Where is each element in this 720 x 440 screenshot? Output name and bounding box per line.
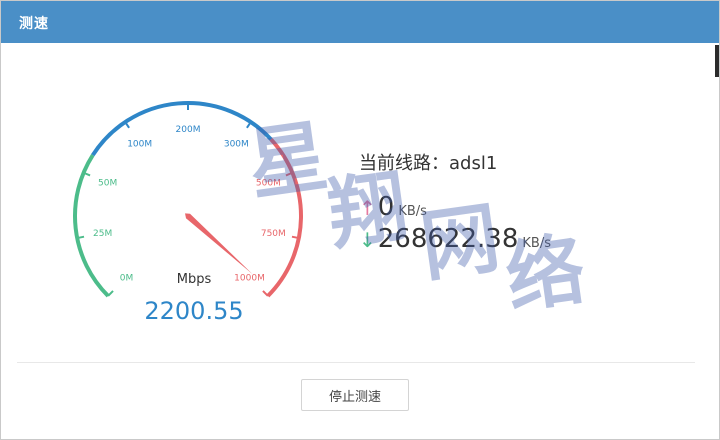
footer-divider xyxy=(17,362,695,363)
current-line-label: 当前线路：adsl1 xyxy=(359,153,498,174)
gauge-unit: Mbps xyxy=(177,272,212,287)
gauge-tick-label: 200M xyxy=(176,125,201,135)
speedtest-window: 测速 0M 25M 50M 100M 200M 300M 500M 750M 1000M Mbp… xyxy=(0,0,720,440)
gauge-tick-label: 100M xyxy=(127,140,152,150)
speed-value: 2200.55 xyxy=(144,297,244,325)
gauge-arc-low xyxy=(73,153,110,298)
upload-value: 0 xyxy=(377,192,395,222)
gauge-tick xyxy=(76,235,85,240)
upload-arrow-icon: ↑ xyxy=(359,196,376,220)
gauge-tick-label: 500M xyxy=(256,179,281,189)
gauge-tick-label: 750M xyxy=(261,229,286,239)
download-unit: KB/s xyxy=(522,236,551,251)
gauge-tick xyxy=(262,290,269,297)
gauge-tick-label: 50M xyxy=(98,179,117,189)
gauge-needle xyxy=(185,213,253,275)
gauge-tick xyxy=(107,290,114,297)
gauge-tick-label: 1000M xyxy=(234,274,265,284)
gauge-tick-label: 25M xyxy=(93,229,112,239)
download-rate: ↓ 268622.38 KB/s xyxy=(359,224,551,254)
gauge-tick-label: 0M xyxy=(120,274,134,284)
gauge-tick-labels: 0M 25M 50M 100M 200M 300M 500M 750M 1000M xyxy=(93,125,286,284)
gauge-tick-label: 300M xyxy=(224,140,249,150)
upload-rate: ↑ 0 KB/s xyxy=(359,192,427,222)
upload-unit: KB/s xyxy=(398,204,427,219)
gauge-tick xyxy=(291,235,300,240)
gauge-arc-high xyxy=(266,137,303,298)
download-value: 268622.38 xyxy=(377,224,519,254)
stop-test-button[interactable]: 停止测速 xyxy=(301,379,409,411)
download-arrow-icon: ↓ xyxy=(359,228,376,252)
